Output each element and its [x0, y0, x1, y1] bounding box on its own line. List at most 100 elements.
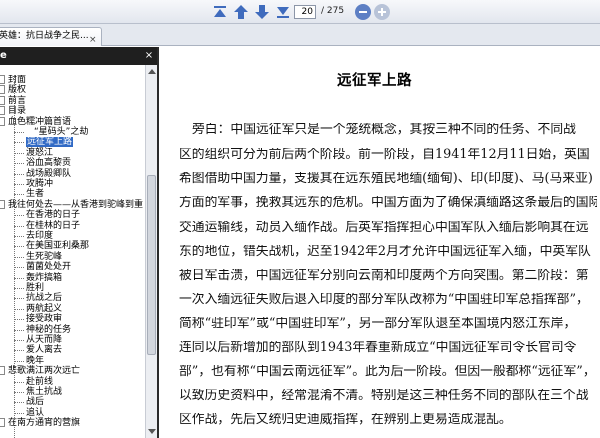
tab-document[interactable]: 英雄：抗日战争之民... ×: [0, 27, 102, 46]
expander-icon[interactable]: [0, 418, 5, 428]
sidebar-scrollbar[interactable]: [145, 65, 157, 438]
previous-page-button[interactable]: [232, 3, 250, 21]
outline-item-selected[interactable]: 远征军上路: [0, 137, 145, 148]
scrollbar-thumb[interactable]: [147, 175, 156, 355]
body-text-line: 被日军击溃，中国远征军分别向云南和印度两个方向突围。第二阶段：第: [179, 269, 589, 283]
scroll-down-icon[interactable]: [148, 429, 156, 434]
outline-item-label: “星码头”之劫: [34, 127, 89, 137]
tree-branch-line: [14, 267, 24, 269]
outline-item[interactable]: 神秘的任务: [0, 325, 145, 335]
tree-branch-line: [14, 329, 24, 331]
tab-label: 英雄：抗日战争之民...: [0, 31, 89, 41]
sidebar-close-icon[interactable]: ×: [144, 51, 154, 61]
zoom-out-button[interactable]: [355, 4, 371, 20]
tree-branch-line: [14, 340, 24, 341]
tree-branch-line: [14, 173, 24, 175]
outline-item[interactable]: 从天而降: [0, 335, 145, 345]
tree-branch-line: [14, 152, 24, 154]
expander-icon[interactable]: [0, 366, 5, 376]
outline-item[interactable]: 攻腾冲: [0, 179, 145, 189]
outline-tree: 封面 版权 前言 目录 血色糯冲篇首语 “星码头”之劫 远征军上路 渡怒江 浴血高黎贡 战场殿卿队…: [0, 75, 145, 438]
tree-branch-line: [14, 132, 24, 133]
expander-icon[interactable]: [0, 116, 5, 126]
outline-item[interactable]: 渡怒江: [0, 148, 145, 158]
body-text-line: 简称“驻印军”或“中国驻印军”，另一部分军队退至本国境内怒江东岸，: [179, 317, 577, 331]
outline-item[interactable]: 浴血高黎贡: [0, 158, 145, 168]
tree-branch-line: [14, 194, 24, 196]
outline-item[interactable]: 在南方通宵的营旗: [0, 418, 145, 428]
outline-item[interactable]: 爱人离去: [0, 345, 145, 355]
tree-branch-line: [14, 163, 24, 165]
expander-icon[interactable]: [0, 106, 5, 116]
tree-branch-line: [14, 350, 24, 352]
outline-item[interactable]: 追认: [0, 408, 145, 418]
outline-item[interactable]: 焦土抗战: [0, 387, 145, 397]
body-text-line: 区的组织可分为前后两个阶段。前一阶段，自1941年12月11日始，英国: [179, 148, 590, 162]
outline-item[interactable]: “星码头”之劫: [0, 127, 145, 137]
outline-item[interactable]: 封面: [0, 75, 145, 85]
outline-item[interactable]: 血色糯冲篇首语: [0, 116, 145, 127]
outline-item[interactable]: 目录: [0, 106, 145, 116]
body-text-line: 以致历史资料中，经常混淆不清。特别是这三种任务不同的部队在三个战: [179, 389, 589, 403]
tab-close-icon[interactable]: ×: [89, 36, 97, 45]
outline-item-label: 接受政审: [26, 314, 63, 325]
outline-item-label: 目录: [8, 106, 27, 117]
zoom-in-button[interactable]: [374, 4, 390, 20]
arrow-up-icon: [234, 5, 248, 19]
outline-item-label: 神秘的任务: [26, 324, 72, 335]
outline-item[interactable]: 轰炸搞箱: [0, 273, 145, 283]
outline-item-label: 爱人离去: [26, 345, 63, 356]
outline-item[interactable]: 战场殿卿队: [0, 169, 145, 179]
sidebar-header: e ×: [0, 47, 157, 65]
document-view[interactable]: 远征军上路 旁白：中国远征军只是一个笼统概念，其按三种不同的任务、不同战 区的组织…: [161, 47, 600, 438]
body-text-line: 部”，也有称“中国云南远征军”。此为后一阶段。但因一般都称“远征军”，: [179, 365, 596, 379]
expander-icon[interactable]: [0, 199, 5, 209]
outline-item[interactable]: 前言: [0, 95, 145, 106]
outline-item[interactable]: 胜利: [0, 283, 145, 293]
outline-item[interactable]: 在香港的日子: [0, 210, 145, 220]
outline-item-label: 从天而降: [26, 335, 63, 345]
outline-item[interactable]: 接受政审: [0, 314, 145, 324]
outline-item-label: 在香港的日子: [26, 210, 81, 221]
outline-item[interactable]: 生死驼峰: [0, 252, 145, 262]
next-page-button[interactable]: [253, 3, 271, 21]
expander-icon[interactable]: [0, 85, 5, 95]
outline-item-label: 浴血高黎贡: [26, 158, 72, 169]
tree-branch-line: [14, 412, 24, 414]
outline-item-label: 菌菌处处开: [26, 262, 72, 273]
outline-item-label: 我往何处去——从香港到驼峰到重: [8, 199, 144, 210]
tree-branch-line: [14, 298, 24, 300]
outline-item[interactable]: 在桂林的日子: [0, 221, 145, 231]
tree-branch-line: [14, 392, 24, 393]
first-page-button[interactable]: [211, 3, 229, 21]
outline-item[interactable]: 生者: [0, 189, 145, 199]
tree-branch-line: [14, 142, 24, 144]
outline-item-label: 轰炸搞箱: [26, 272, 63, 283]
expander-icon[interactable]: [0, 95, 5, 105]
outline-item-label: 追认: [26, 407, 45, 418]
body-text-line: 希图借助中国力量，支援其在远东殖民地缅(缅甸)、印(印度)、马(马来亚): [179, 172, 593, 186]
outline-item-label: 生死驼峰: [26, 251, 63, 262]
scroll-up-icon[interactable]: [148, 69, 156, 74]
page-number-input[interactable]: [294, 5, 316, 19]
outline-item[interactable]: 晚年: [0, 356, 145, 366]
outline-item[interactable]: 赴前线: [0, 377, 145, 387]
tree-branch-line: [14, 184, 24, 185]
outline-item[interactable]: 战后: [0, 397, 145, 407]
last-page-button[interactable]: [274, 3, 292, 21]
page-total: / 275: [321, 6, 345, 16]
outline-item[interactable]: 抗战之后: [0, 293, 145, 303]
outline-item[interactable]: 悲歌满江两次远亡: [0, 366, 145, 376]
outline-item-label: 抗战之后: [26, 293, 63, 304]
outline-item[interactable]: 版权: [0, 85, 145, 95]
outline-item-label: 赴前线: [26, 376, 54, 387]
outline-item[interactable]: 菌菌处处开: [0, 262, 145, 272]
tree-branch-line: [14, 256, 24, 258]
outline-item[interactable]: 去印度: [0, 231, 145, 241]
outline-item[interactable]: 我往何处去——从香港到驼峰到重: [0, 199, 145, 210]
tree-branch-line: [14, 225, 24, 227]
outline-item-label: 悲歌满江两次远亡: [8, 366, 81, 377]
expander-icon[interactable]: [0, 75, 5, 84]
outline-item[interactable]: 两航起义: [0, 304, 145, 314]
outline-item[interactable]: 在美国亚利桑那: [0, 241, 145, 251]
